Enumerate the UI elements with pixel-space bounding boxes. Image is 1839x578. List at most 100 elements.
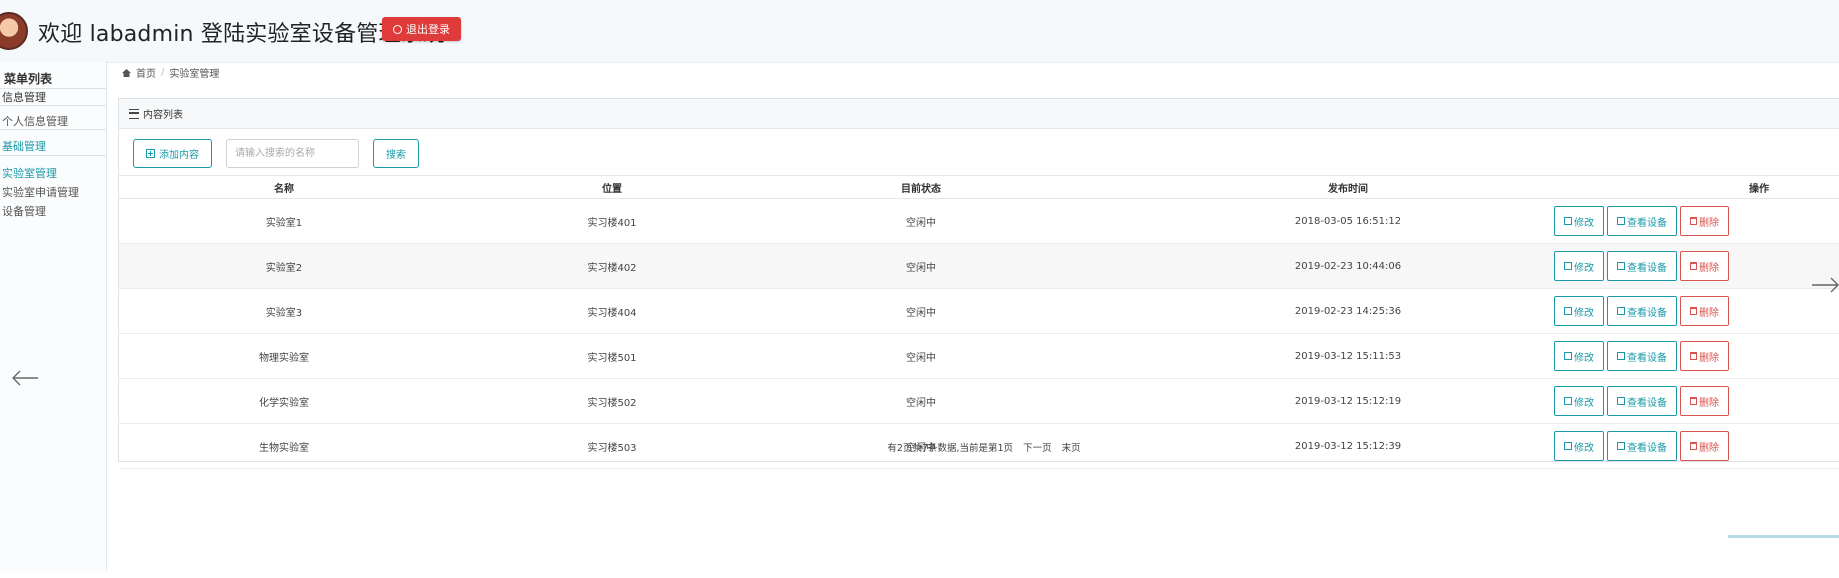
menu-title: 菜单列表 [4, 72, 53, 86]
column-header-ops: 操作 [1749, 183, 1769, 195]
sidebar-group-info[interactable]: 信息管理 [2, 89, 46, 105]
sidebar-item-device[interactable]: 设备管理 [2, 203, 46, 219]
cell-name: 物理实验室 [259, 352, 309, 364]
edit-label: 修改 [1574, 352, 1594, 364]
edit-label: 修改 [1574, 307, 1594, 319]
sidebar-group-basic[interactable]: 基础管理 [2, 138, 46, 154]
view-device-button[interactable]: 查看设备 [1607, 341, 1677, 371]
cell-name: 实验室3 [265, 307, 303, 319]
cell-status: 空闲中 [906, 217, 936, 229]
table-row: 物理实验室 实习楼501 空闲中 2019-03-12 15:11:53 修改 … [119, 334, 1839, 379]
lab-table: 名称 位置 目前状态 发布时间 操作 实验室1 实习楼401 空闲中 2018-… [119, 175, 1839, 469]
view-device-button[interactable]: 查看设备 [1607, 296, 1677, 326]
pagination-info: 有2页共7条数据,当前是第1页 [887, 443, 1014, 454]
cell-name: 实验室2 [265, 262, 303, 274]
table-row: 实验室1 实习楼401 空闲中 2018-03-05 16:51:12 修改 查… [119, 199, 1839, 244]
edit-icon [1564, 307, 1572, 315]
sidebar-item-profile[interactable]: 个人信息管理 [2, 113, 68, 129]
edit-icon [1564, 217, 1572, 225]
view-device-button[interactable]: 查看设备 [1607, 386, 1677, 416]
toolbar: 添加内容 搜索 [133, 138, 419, 169]
search-button[interactable]: 搜索 [373, 139, 419, 168]
trash-icon [1690, 217, 1697, 225]
cell-time: 2019-02-23 10:44:06 [1294, 260, 1402, 272]
top-header: 欢迎 labadmin 登陆实验室设备管理系统 退出登录 [0, 0, 1839, 63]
pagination-last[interactable]: 末页 [1062, 440, 1081, 454]
trash-icon [1690, 397, 1697, 405]
view-device-button[interactable]: 查看设备 [1607, 206, 1677, 236]
delete-button[interactable]: 删除 [1680, 206, 1729, 236]
sidebar: 菜单列表 信息管理 个人信息管理 基础管理 实验室管理 实验室申请管理 设备管理 [0, 62, 107, 571]
divider [0, 155, 106, 156]
row-actions: 修改 查看设备 删除 [1554, 206, 1729, 236]
pagination: 有2页共7条数据,当前是第1页 下一页 末页 [119, 440, 1839, 454]
edit-button[interactable]: 修改 [1554, 251, 1604, 281]
column-header-name: 名称 [274, 183, 294, 195]
row-actions: 修改 查看设备 删除 [1554, 386, 1729, 416]
arrow-right-icon[interactable] [1812, 277, 1839, 293]
view-device-label: 查看设备 [1627, 397, 1667, 409]
trash-icon [1690, 352, 1697, 360]
cell-time: 2019-03-12 15:11:53 [1294, 350, 1402, 362]
edit-icon [1564, 262, 1572, 270]
delete-button[interactable]: 删除 [1680, 296, 1729, 326]
delete-label: 删除 [1699, 307, 1719, 319]
divider [0, 129, 106, 130]
table-row: 实验室3 实习楼404 空闲中 2019-02-23 14:25:36 修改 查… [119, 289, 1839, 334]
breadcrumb-separator: / [161, 67, 165, 78]
sidebar-item-lab[interactable]: 实验室管理 [2, 165, 57, 181]
panel-title: 内容列表 [143, 110, 183, 121]
delete-button[interactable]: 删除 [1680, 341, 1729, 371]
search-input[interactable] [226, 139, 359, 168]
sidebar-item-lab-apply[interactable]: 实验室申请管理 [2, 184, 79, 200]
delete-button[interactable]: 删除 [1680, 386, 1729, 416]
cell-status: 空闲中 [906, 397, 936, 409]
list-icon [129, 108, 139, 119]
view-device-label: 查看设备 [1627, 352, 1667, 364]
table-header: 名称 位置 目前状态 发布时间 操作 [119, 175, 1839, 199]
logout-button[interactable]: 退出登录 [382, 17, 461, 41]
column-header-time: 发布时间 [1328, 183, 1368, 195]
delete-label: 删除 [1699, 352, 1719, 364]
view-device-button[interactable]: 查看设备 [1607, 251, 1677, 281]
arrow-left-icon[interactable] [11, 370, 39, 386]
trash-icon [1690, 262, 1697, 270]
trash-icon [1690, 307, 1697, 315]
add-content-button[interactable]: 添加内容 [133, 139, 212, 168]
cell-time: 2019-03-12 15:12:19 [1294, 395, 1402, 407]
cell-location: 实习楼401 [587, 217, 637, 229]
edit-icon [1617, 262, 1625, 270]
edit-label: 修改 [1574, 262, 1594, 274]
cell-status: 空闲中 [906, 307, 936, 319]
edit-button[interactable]: 修改 [1554, 386, 1604, 416]
edit-button[interactable]: 修改 [1554, 206, 1604, 236]
divider [0, 105, 106, 106]
edit-icon [1617, 397, 1625, 405]
delete-label: 删除 [1699, 262, 1719, 274]
edit-label: 修改 [1574, 397, 1594, 409]
delete-button[interactable]: 删除 [1680, 251, 1729, 281]
pagination-next[interactable]: 下一页 [1023, 440, 1052, 454]
cell-time: 2019-02-23 14:25:36 [1294, 305, 1402, 317]
cell-location: 实习楼502 [587, 397, 637, 409]
edit-icon [1617, 217, 1625, 225]
search-button-label: 搜索 [386, 150, 406, 161]
user-avatar [0, 12, 28, 50]
view-device-label: 查看设备 [1627, 262, 1667, 274]
column-header-status: 目前状态 [901, 183, 941, 195]
delete-label: 删除 [1699, 217, 1719, 229]
cell-location: 实习楼402 [587, 262, 637, 274]
panel-header: 内容列表 [119, 99, 1839, 129]
row-actions: 修改 查看设备 删除 [1554, 341, 1729, 371]
breadcrumb-home[interactable]: 首页 [136, 65, 156, 80]
cell-location: 实习楼501 [587, 352, 637, 364]
table-row: 化学实验室 实习楼502 空闲中 2019-03-12 15:12:19 修改 … [119, 379, 1839, 424]
breadcrumb: 首页 / 实验室管理 [122, 65, 219, 80]
edit-button[interactable]: 修改 [1554, 341, 1604, 371]
scroll-top-button[interactable] [1728, 535, 1839, 578]
cell-time: 2018-03-05 16:51:12 [1294, 215, 1402, 227]
home-icon [122, 68, 131, 77]
cell-name: 实验室1 [265, 217, 303, 229]
logout-label: 退出登录 [406, 23, 450, 36]
edit-button[interactable]: 修改 [1554, 296, 1604, 326]
